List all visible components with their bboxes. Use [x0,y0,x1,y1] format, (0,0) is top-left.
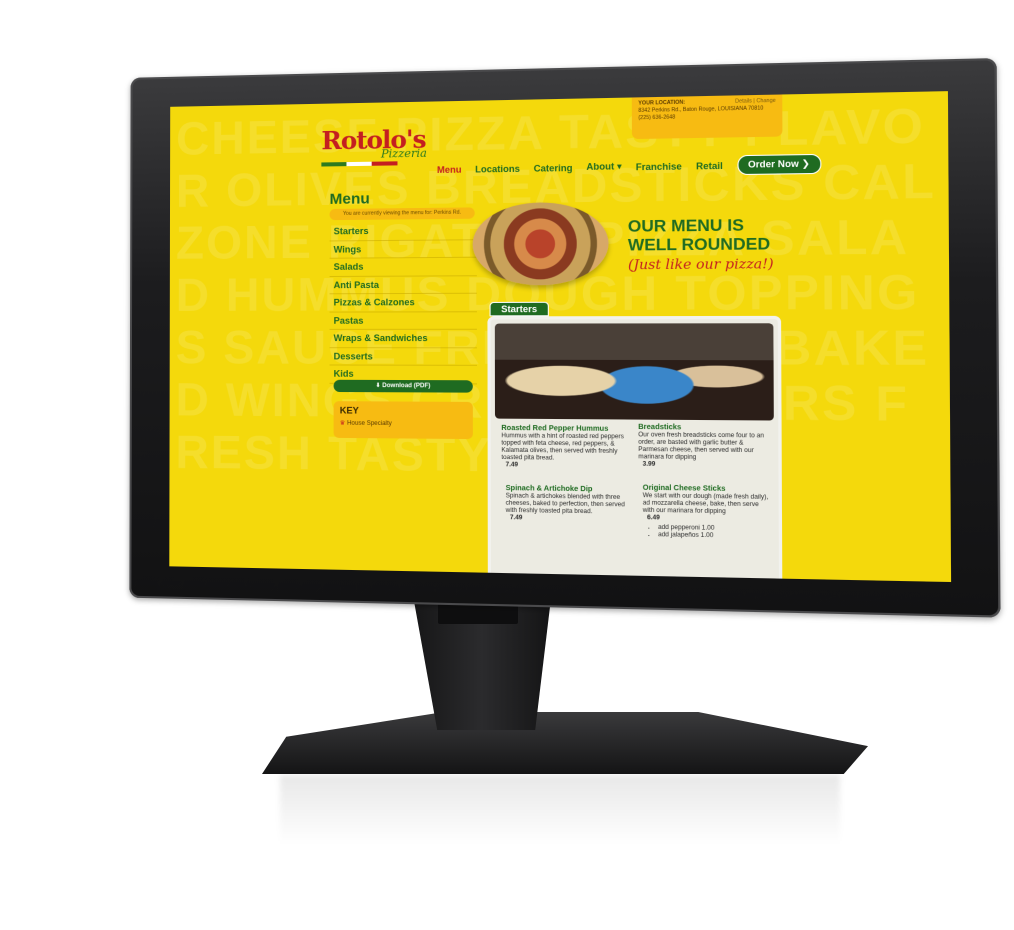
sidebar-item-starters[interactable]: Starters [330,222,477,241]
hero-line-2: WELL ROUNDED [628,236,774,256]
key-box: KEY ♛ House Specialty [334,401,473,439]
dish-item: Original Cheese Sticks We start with our… [643,485,772,542]
sidebar-item-pizzas-calzones[interactable]: Pizzas & Calzones [330,294,477,312]
nav-item-franchise[interactable]: Franchise [636,161,682,172]
dish-addons: add pepperoni 1.00 add jalapeños 1.00 [658,525,772,542]
nav-item-retail[interactable]: Retail [696,160,723,171]
sidebar-item-desserts[interactable]: Desserts [330,348,477,366]
hero-tagline: (Just like our pizza!) [628,257,774,274]
dish-addon: add jalapeños 1.00 [658,532,772,541]
dish-description: We start with our dough (made fresh dail… [643,493,772,517]
sidebar-item-anti-pasta[interactable]: Anti Pasta [330,276,477,295]
monitor-stand-base [262,712,868,774]
logo-swoosh [321,161,397,166]
dish-description: Spinach & artichokes blended with three … [506,493,630,517]
dish-price: 3.99 [643,462,770,471]
key-title: KEY [340,405,467,416]
sidebar-menu-list: Starters Wings Salads Anti Pasta Pizzas … [329,222,477,384]
nav-item-catering[interactable]: Catering [534,162,573,173]
sidebar-item-salads[interactable]: Salads [330,258,477,277]
nav-item-menu[interactable]: Menu [437,164,462,175]
sidebar-title: Menu [330,190,370,208]
website-screen: CHEESE PIZZA TASTY FLAVOR OLIVES BREADST… [169,91,951,582]
location-details-change-link[interactable]: Details | Change [735,98,776,106]
dish-name: Breadsticks [638,424,769,432]
nav-item-locations[interactable]: Locations [475,163,520,174]
download-pdf-button[interactable]: ⬇ Download (PDF) [334,380,473,393]
pizza-image [473,202,609,286]
hero-line-1: OUR MENU IS [628,217,774,237]
hero-banner: OUR MENU IS WELL ROUNDED (Just like our … [628,217,774,274]
dish-item: Roasted Red Pepper Hummus Hummus with a … [501,425,627,471]
key-house-specialty: ♛ House Specialty [340,420,467,428]
order-now-button[interactable]: Order Now ❯ [737,154,821,175]
dish-price: 7.49 [506,462,628,471]
dish-description: Hummus with a hint of roasted red pepper… [501,433,627,463]
dish-price: 6.49 [647,515,772,524]
menu-section-card: Roasted Red Pepper Hummus Hummus with a … [487,316,782,582]
monitor-bezel: CHEESE PIZZA TASTY FLAVOR OLIVES BREADST… [129,58,1000,618]
sidebar-item-pastas[interactable]: Pastas [330,312,477,330]
location-phone: (225) 636-2648 [638,112,775,122]
viewing-location-note: You are currently viewing the menu for: … [330,207,475,220]
site-logo[interactable]: Rotolo's Pizzeria [321,124,427,166]
key-house-specialty-label: House Specialty [347,421,392,427]
location-box: YOUR LOCATION: 8342 Perkins Rd., Baton R… [632,94,783,139]
dish-name: Roasted Red Pepper Hummus [501,425,627,433]
nav-item-about[interactable]: About ▾ [586,161,621,173]
dish-price: 7.49 [510,515,630,524]
section-title-tab: Starters [490,302,549,317]
sidebar-item-wraps-sandwiches[interactable]: Wraps & Sandwiches [330,330,477,348]
house-specialty-icon: ♛ [340,421,346,427]
dish-description: Our oven fresh breadsticks come four to … [638,432,769,463]
starters-food-photo [495,323,774,420]
dish-item: Spinach & Artichoke Dip Spinach & artich… [506,485,630,524]
logo-subtitle: Pizzeria [381,147,427,161]
monitor-reflection [280,775,840,845]
dish-item: Breadsticks Our oven fresh breadsticks c… [638,424,769,470]
sidebar-item-wings[interactable]: Wings [330,240,477,259]
main-nav: Menu Locations Catering About ▾ Franchis… [437,154,821,179]
